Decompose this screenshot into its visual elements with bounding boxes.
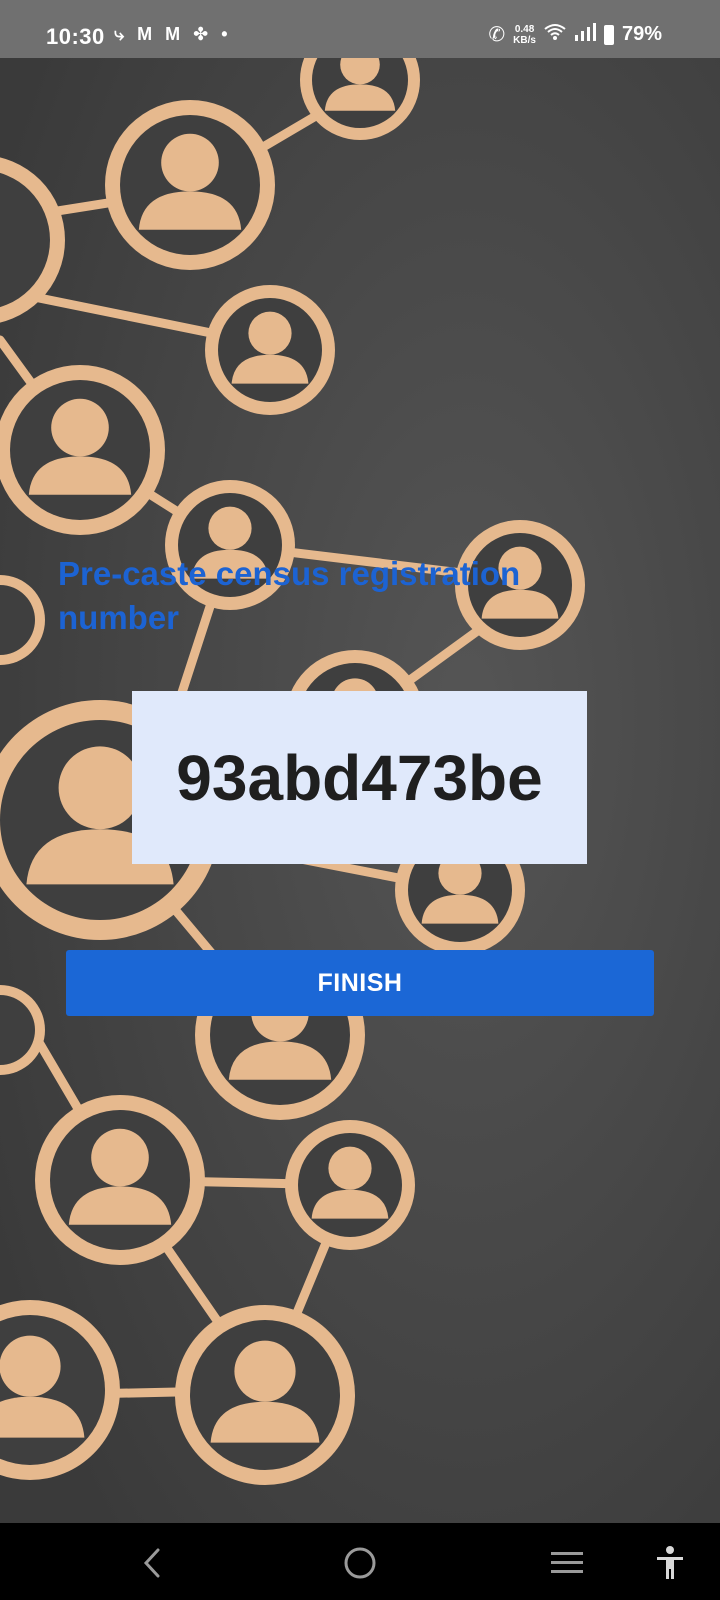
screen: 10:30 ⤷ M M ✤ • ✆ 0.48 KB/s 79% Pre-cast… (0, 0, 720, 1600)
status-bar: 10:30 ⤷ M M ✤ • ✆ 0.48 KB/s 79% (0, 0, 720, 58)
signal-icon (574, 22, 596, 47)
back-icon[interactable] (130, 1541, 174, 1585)
net-speed-unit: KB/s (513, 34, 536, 46)
navigation-bar (0, 1523, 720, 1600)
battery-icon (603, 24, 614, 45)
dot-icon: • (221, 24, 228, 44)
net-speed-value: 0.48 (514, 23, 535, 35)
wifi-call-icon: ✆ (488, 24, 506, 46)
main-content: Pre-caste census registration number 93a… (0, 0, 720, 1600)
home-icon[interactable] (338, 1541, 382, 1585)
net-speed: 0.48 KB/s (513, 24, 536, 46)
page-title: Pre-caste census registration number (58, 555, 521, 636)
gmail-icon: M (165, 24, 181, 44)
gmail-icon: M (137, 24, 153, 44)
registration-number: 93abd473be (176, 741, 543, 814)
registration-number-box: 93abd473be (132, 691, 587, 864)
battery-percent: 79% (621, 23, 662, 45)
accessibility-icon[interactable] (648, 1541, 692, 1585)
pinwheel-icon: ✤ (193, 24, 209, 44)
missed-call-icon: ⤷ (114, 24, 125, 44)
notification-icons: ⤷ M M ✤ • (114, 24, 236, 45)
recents-icon[interactable] (545, 1541, 589, 1585)
finish-button[interactable]: FINISH (66, 950, 654, 1016)
status-time: 10:30 (46, 24, 105, 49)
wifi-icon (544, 23, 566, 47)
system-icons: ✆ 0.48 KB/s 79% (480, 22, 662, 47)
